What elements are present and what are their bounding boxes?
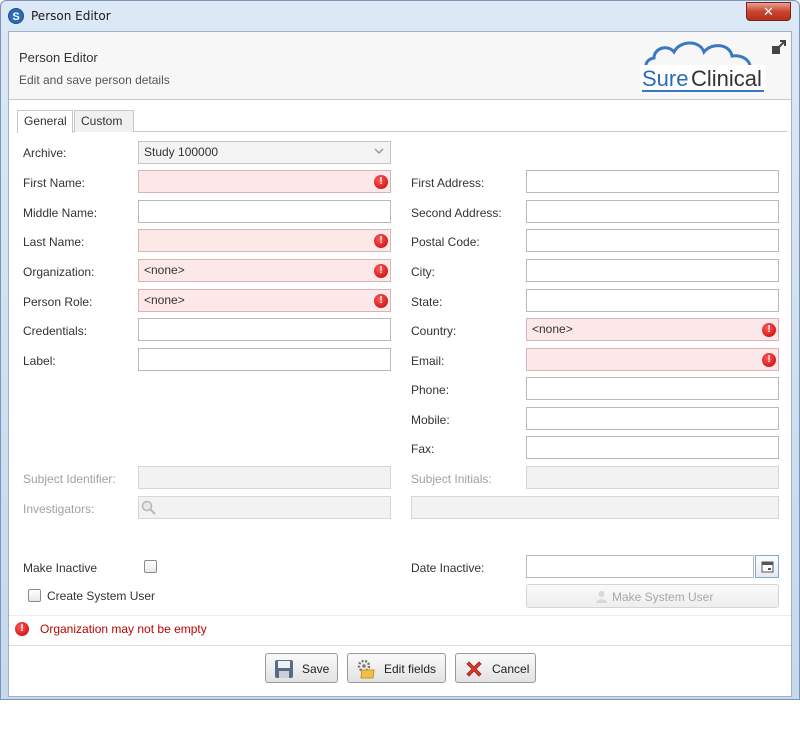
phone-input[interactable] [526, 377, 779, 400]
user-icon [596, 591, 607, 603]
fax-label: Fax: [411, 442, 435, 456]
save-label: Save [302, 662, 330, 676]
validation-error-icon: ! [15, 622, 29, 636]
label-label: Label: [23, 354, 56, 368]
first-address-input[interactable] [526, 170, 779, 193]
create-system-user-label: Create System User [47, 589, 156, 603]
save-button[interactable]: Save [265, 653, 338, 683]
logo-text-sure: Sure [642, 66, 688, 91]
state-label: State: [411, 295, 443, 309]
postal-code-input[interactable] [526, 229, 779, 252]
tab-general[interactable]: General [17, 110, 73, 133]
gear-folder-icon [357, 659, 375, 679]
person-role-error-icon: ! [374, 294, 388, 308]
city-label: City: [411, 265, 435, 279]
cancel-label: Cancel [492, 662, 530, 676]
credentials-label: Credentials: [23, 324, 88, 338]
second-address-label: Second Address: [411, 206, 502, 220]
investigators-label: Investigators: [23, 502, 95, 516]
make-system-user-button[interactable]: Make System User [526, 584, 779, 608]
floppy-disk-icon [275, 660, 293, 678]
last-name-error-icon: ! [374, 234, 388, 248]
date-picker-button[interactable] [755, 555, 779, 578]
cancel-button[interactable]: Cancel [455, 653, 536, 683]
close-button[interactable]: ✕ [746, 2, 791, 21]
person-role-label: Person Role: [23, 295, 93, 309]
title-bar[interactable]: S Person Editor ✕ [1, 1, 799, 31]
credentials-input[interactable] [138, 318, 391, 341]
date-inactive-input[interactable] [526, 555, 754, 578]
country-select[interactable]: <none> [526, 318, 779, 341]
app-logo-icon: S [8, 8, 24, 24]
mobile-label: Mobile: [411, 413, 450, 427]
city-input[interactable] [526, 259, 779, 282]
label-input[interactable] [138, 348, 391, 371]
validation-message: Organization may not be empty [40, 622, 207, 636]
subject-identifier-label: Subject Identifier: [23, 472, 116, 486]
first-name-label: First Name: [23, 176, 86, 190]
archive-select[interactable]: Study 100000 [138, 141, 391, 164]
country-label: Country: [411, 324, 457, 338]
second-address-input[interactable] [526, 200, 779, 223]
archive-label: Archive: [23, 146, 67, 160]
logo-text-clinical: Clinical [691, 66, 762, 91]
last-name-input[interactable] [138, 229, 391, 252]
first-address-label: First Address: [411, 176, 485, 190]
tab-custom[interactable]: Custom [74, 110, 134, 132]
email-label: Email: [411, 354, 445, 368]
mobile-input[interactable] [526, 407, 779, 430]
subject-identifier-input [138, 466, 391, 489]
date-inactive-label: Date Inactive: [411, 561, 485, 575]
make-inactive-checkbox[interactable] [144, 560, 157, 573]
organization-error-icon: ! [374, 264, 388, 278]
sureclinical-logo: Sure Clinical [640, 41, 766, 92]
cancel-x-icon [466, 661, 482, 677]
archive-value: Study 100000 [144, 145, 219, 159]
phone-label: Phone: [411, 383, 450, 397]
last-name-label: Last Name: [23, 235, 85, 249]
middle-name-label: Middle Name: [23, 206, 98, 220]
subject-initials-label: Subject Initials: [411, 472, 492, 486]
dialog-header: Person Editor Edit and save person detai… [9, 32, 791, 100]
edit-fields-button[interactable]: Edit fields [347, 653, 446, 683]
person-role-select[interactable]: <none> [138, 289, 391, 312]
person-editor-window: S Person Editor ✕ Person Editor Edit and… [0, 0, 800, 700]
subject-initials-input [526, 466, 779, 489]
page-subtitle: Edit and save person details [19, 73, 170, 87]
expand-icon[interactable] [771, 39, 787, 55]
make-inactive-label: Make Inactive [23, 561, 98, 575]
create-system-user-checkbox[interactable] [28, 589, 41, 602]
fax-input[interactable] [526, 436, 779, 459]
search-icon [141, 500, 156, 515]
window-title: Person Editor [31, 9, 111, 23]
tab-bar: General Custom [17, 110, 787, 133]
email-input[interactable] [526, 348, 779, 371]
options-divider [9, 615, 791, 616]
organization-label: Organization: [23, 265, 95, 279]
investigators-input [138, 496, 391, 519]
calendar-icon [761, 561, 774, 573]
dialog-body: Person Editor Edit and save person detai… [8, 31, 792, 697]
chevron-down-icon [374, 148, 384, 155]
country-error-icon: ! [762, 323, 776, 337]
state-input[interactable] [526, 289, 779, 312]
footer-divider [9, 645, 791, 646]
page-title: Person Editor [19, 50, 98, 65]
postal-code-label: Postal Code: [411, 235, 480, 249]
middle-name-input[interactable] [138, 200, 391, 223]
edit-fields-label: Edit fields [384, 662, 437, 676]
first-name-input[interactable] [138, 170, 391, 193]
investigators-list [411, 496, 779, 519]
desktop-background [0, 700, 800, 729]
organization-select[interactable]: <none> [138, 259, 391, 282]
first-name-error-icon: ! [374, 175, 388, 189]
make-system-user-label: Make System User [612, 590, 714, 604]
email-error-icon: ! [762, 353, 776, 367]
